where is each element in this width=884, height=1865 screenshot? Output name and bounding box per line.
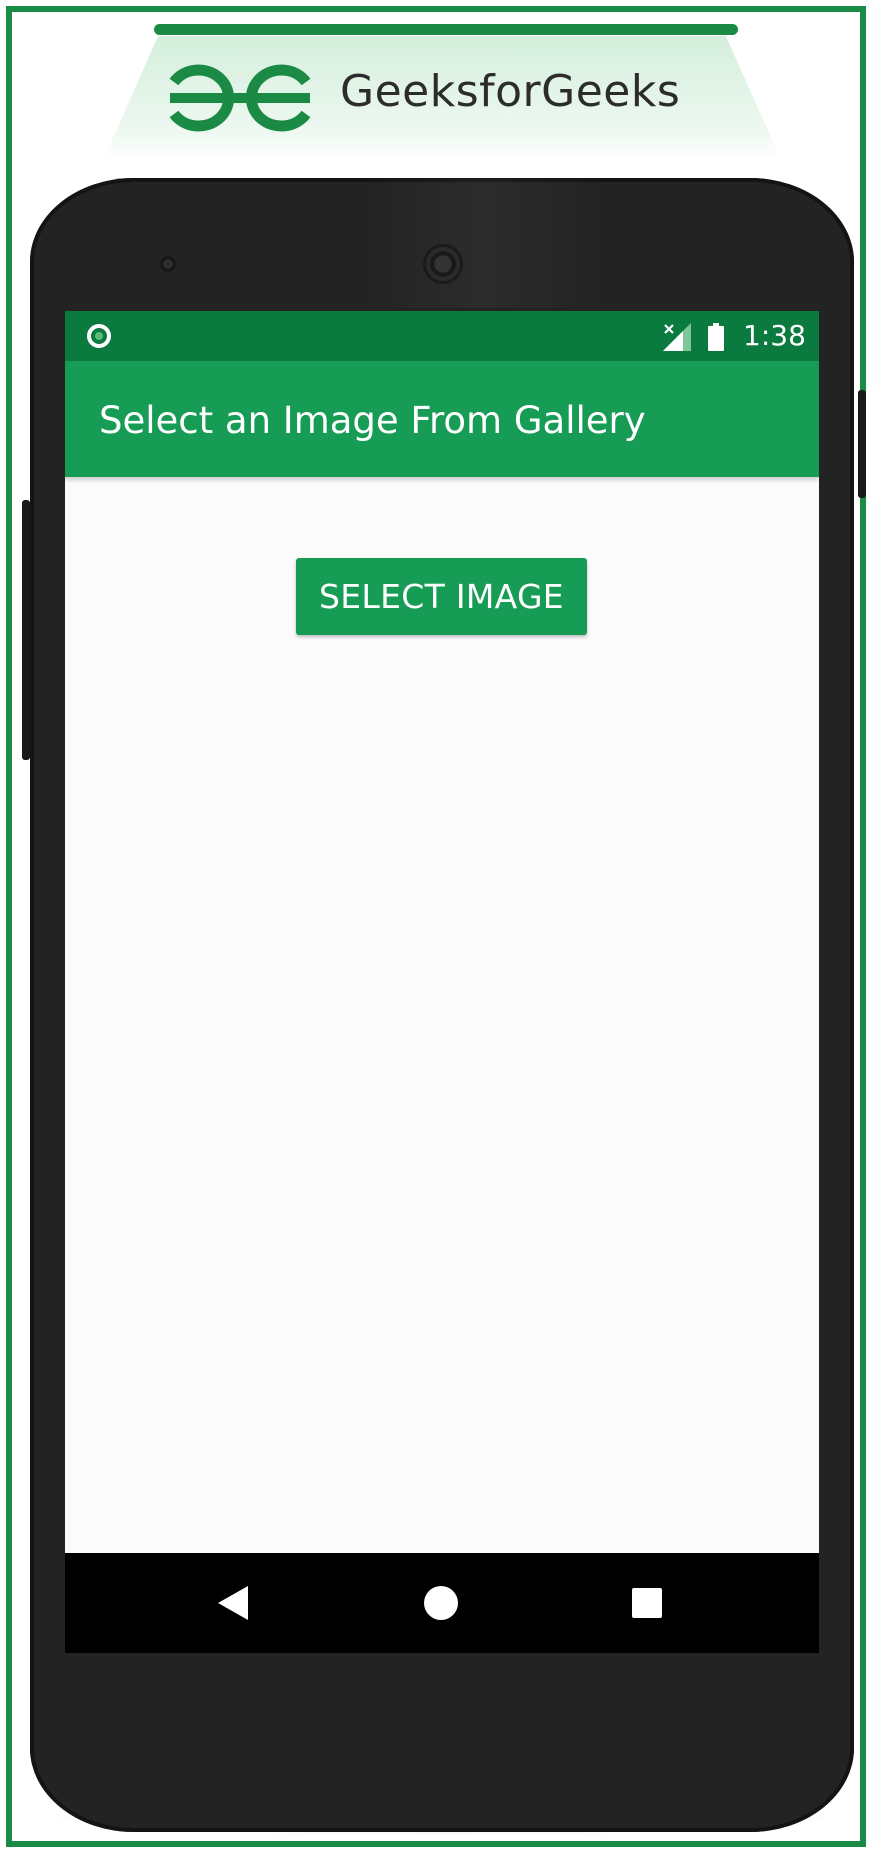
power-button xyxy=(858,390,866,498)
phone-sheen xyxy=(30,178,854,308)
front-camera-icon xyxy=(160,256,176,272)
recents-square-icon xyxy=(632,1588,662,1618)
circle-notification-icon xyxy=(87,324,111,348)
no-signal-icon xyxy=(663,323,691,351)
select-image-button[interactable]: SELECT IMAGE xyxy=(296,558,587,635)
status-time: 1:38 xyxy=(743,319,806,352)
banner-top-line xyxy=(154,24,738,35)
app-bar: Select an Image From Gallery xyxy=(65,361,819,477)
brand-name: GeeksforGeeks xyxy=(340,66,681,117)
navigation-bar xyxy=(65,1553,819,1653)
home-button[interactable] xyxy=(411,1573,471,1633)
recents-button[interactable] xyxy=(617,1573,677,1633)
status-bar: 1:38 xyxy=(65,311,819,361)
back-triangle-icon xyxy=(218,1586,248,1620)
volume-button xyxy=(22,500,30,760)
app-title: Select an Image From Gallery xyxy=(99,399,646,442)
phone-screen: 1:38 Select an Image From Gallery SELECT… xyxy=(65,311,819,1653)
gfg-logo-icon xyxy=(169,64,311,132)
back-button[interactable] xyxy=(203,1573,263,1633)
battery-full-icon xyxy=(708,323,724,351)
earpiece-speaker-icon xyxy=(423,244,463,284)
home-circle-icon xyxy=(424,1586,458,1620)
